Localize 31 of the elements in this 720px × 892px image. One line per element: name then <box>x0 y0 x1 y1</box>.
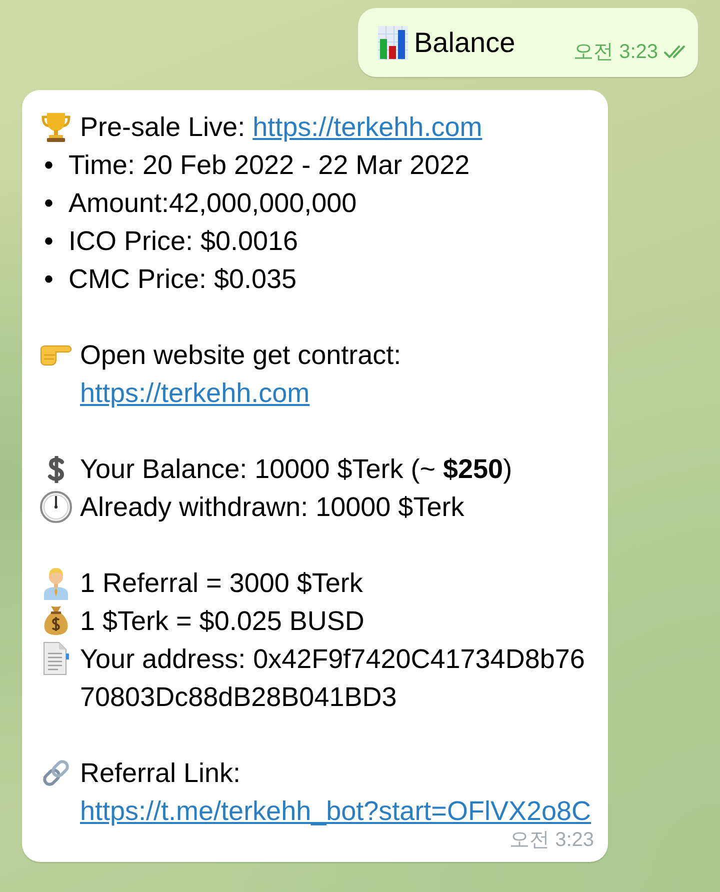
trophy-icon <box>41 112 71 142</box>
message-text: 1 Referral = 3000 $Terk <box>80 567 364 600</box>
person-icon <box>43 566 69 600</box>
message-text: CMC Price: $0.035 <box>68 263 298 296</box>
message-text: Time: 20 Feb 2022 - 22 Mar 2022 <box>68 149 471 182</box>
message-text: Referral Link: https://t.me/terkehh_bot?start=OFlVX2o8C <box>80 757 592 828</box>
bullet-point: • <box>44 187 54 220</box>
message-text: Balance <box>414 26 516 58</box>
bullet-point: • <box>44 263 54 296</box>
message-text: Your Balance: 10000 $Terk (~ $250) <box>80 453 514 486</box>
message-text: 1 $Terk = $0.025 BUSD <box>80 605 366 638</box>
message-time: 오전 3:23 <box>510 828 594 852</box>
link[interactable]: https://t.me/terkehh_bot?start=OFlVX2o8C <box>80 796 592 826</box>
message-text: Pre-sale Live: https://terkehh.com <box>80 111 484 144</box>
chain-link-icon <box>41 758 71 788</box>
clock-icon <box>40 491 72 523</box>
link[interactable]: https://terkehh.com <box>252 112 482 142</box>
message-text: Amount:42,000,000,000 <box>68 187 358 220</box>
message-text: Your address: 0x42F9f7420C41734D8b7670803Dc88dB28B041BD3 <box>80 643 586 714</box>
dollar-sign-icon <box>47 454 65 484</box>
pointing-hand-icon <box>40 344 72 366</box>
bar-chart-icon <box>378 26 408 60</box>
bullet-point: • <box>44 225 54 258</box>
document-icon <box>42 642 70 676</box>
link[interactable]: https://terkehh.com <box>80 378 310 408</box>
bullet-point: • <box>44 149 54 182</box>
money-bag-icon <box>43 606 69 636</box>
message-text: ICO Price: $0.0016 <box>68 225 300 258</box>
message-text: Open website get contract: https://terkehh.com <box>80 339 402 410</box>
message-time: 오전 3:23 <box>572 40 658 65</box>
message-text: Already withdrawn: 10000 $Terk <box>80 491 466 524</box>
